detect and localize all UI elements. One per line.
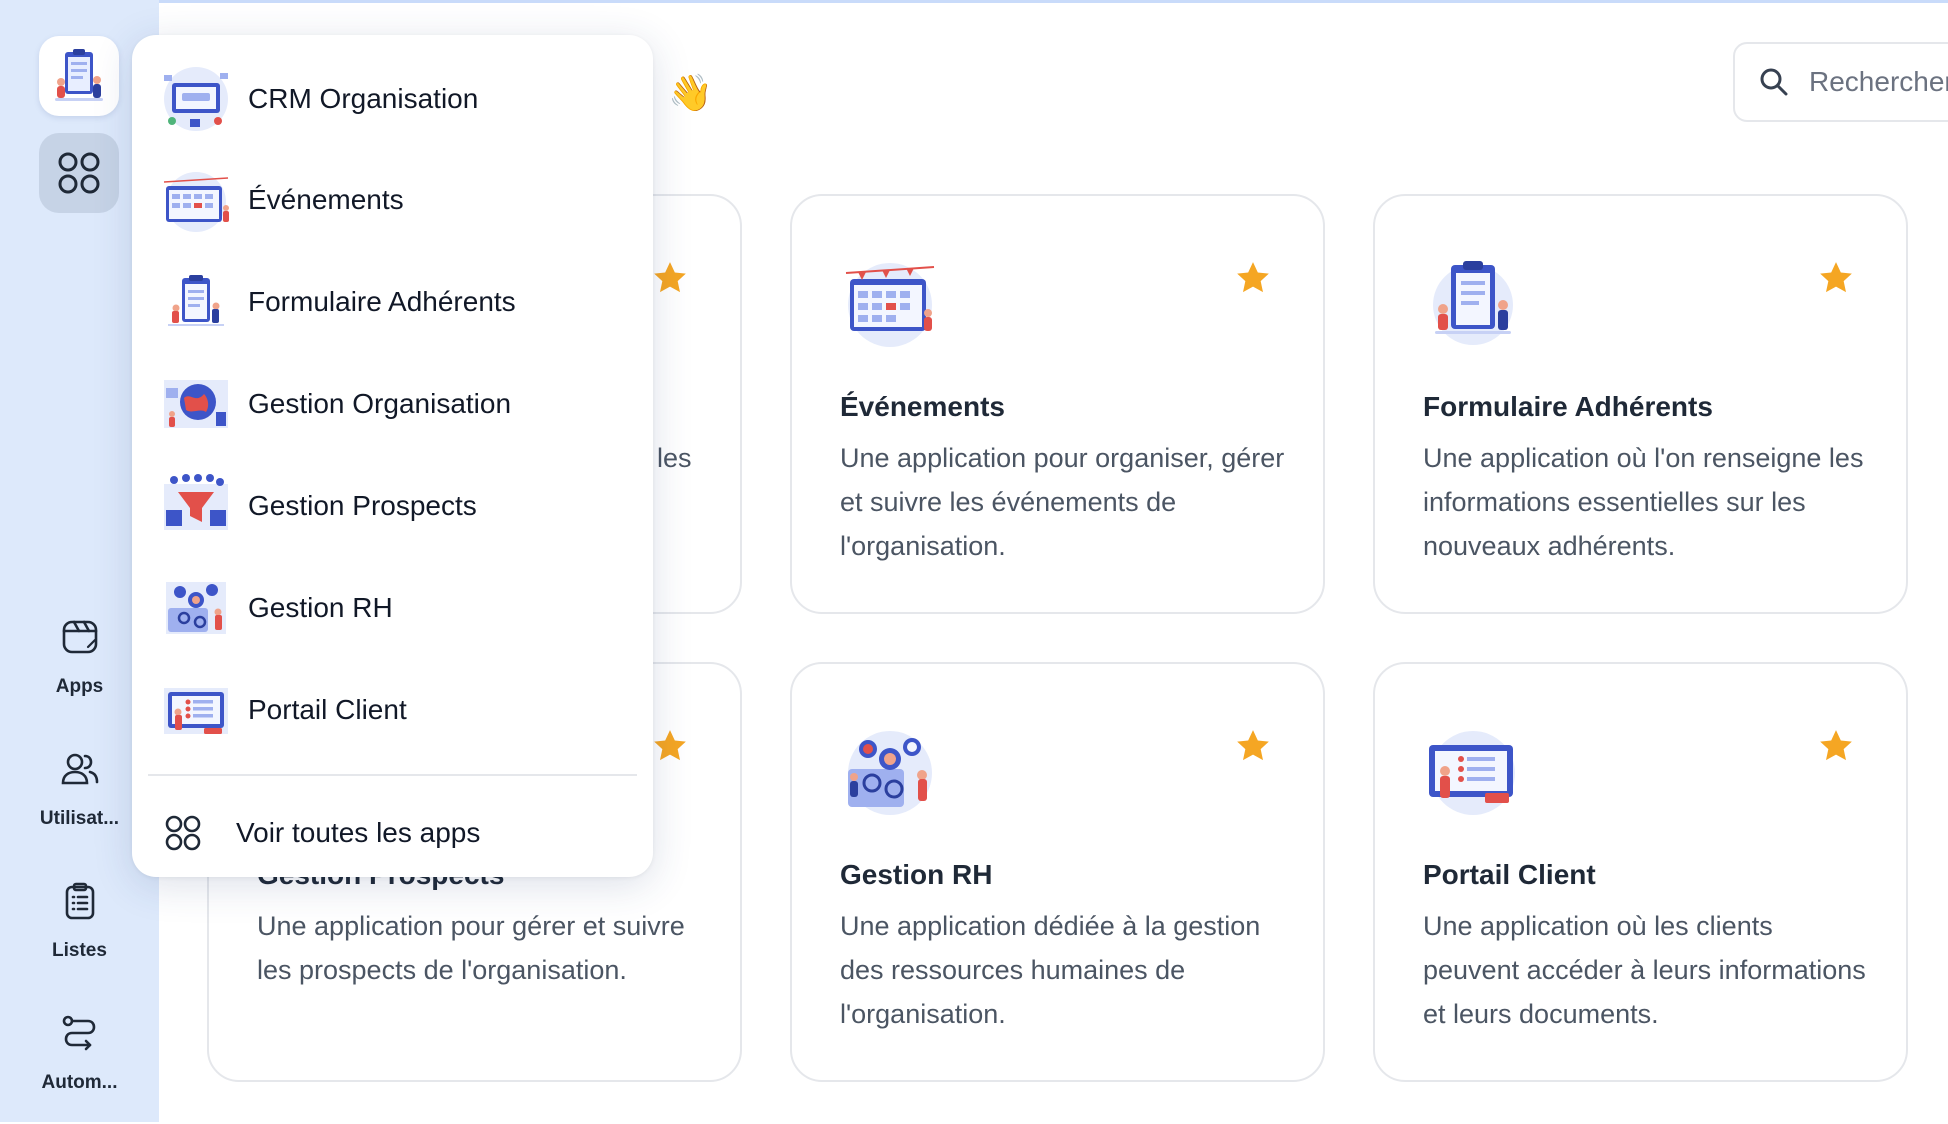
greeting-wave-emoji: 👋 xyxy=(668,72,713,113)
sidebar-item-label: Autom... xyxy=(41,1072,118,1093)
workspace-logo[interactable] xyxy=(39,36,119,116)
grid-circles-icon xyxy=(165,815,201,851)
grid-circles-icon xyxy=(58,152,100,194)
search-icon xyxy=(1759,66,1789,98)
dropdown-item-label: CRM Organisation xyxy=(248,83,479,114)
apps-window-icon xyxy=(59,616,101,658)
hr-network-illustration-icon xyxy=(848,731,932,815)
dropdown-item-gestion-rh[interactable]: Gestion RH xyxy=(160,568,630,648)
favorite-star-icon[interactable] xyxy=(1233,258,1273,298)
dropdown-item-evenements[interactable]: Événements xyxy=(160,160,630,240)
dropdown-item-gestion-prospects[interactable]: Gestion Prospects xyxy=(160,466,630,546)
app-card-description: Une application où les clients peuvent a… xyxy=(1423,911,1866,1029)
prospects-funnel-illustration-icon xyxy=(164,474,228,530)
dropdown-item-portail-client[interactable]: Portail Client xyxy=(160,670,630,750)
clipboard-form-illustration-icon xyxy=(1433,261,1513,345)
view-all-apps-label: Voir toutes les apps xyxy=(236,817,481,848)
dropdown-item-label: Gestion Organisation xyxy=(248,388,512,419)
clipboard-form-illustration-icon xyxy=(168,275,224,326)
calendar-illustration-icon xyxy=(845,263,935,347)
dropdown-item-gestion-organisation[interactable]: Gestion Organisation xyxy=(160,364,630,444)
app-card-portail-client[interactable]: Portail Client Une application où les cl… xyxy=(1373,662,1908,1082)
app-launcher-dropdown: CRM Organisation Événements Formulaire A… xyxy=(132,35,653,877)
sidebar-item-lists[interactable]: Listes xyxy=(0,872,159,992)
dropdown-item-label: Portail Client xyxy=(248,694,407,725)
favorite-star-icon[interactable] xyxy=(1816,726,1856,766)
search-box[interactable] xyxy=(1733,42,1948,122)
dropdown-item-label: Événements xyxy=(248,184,404,215)
app-card-description: Une application pour organiser, gérer et… xyxy=(840,443,1285,561)
app-card-description: Une application où l'on renseigne les in… xyxy=(1423,443,1864,561)
sidebar-item-automations[interactable]: Autom... xyxy=(0,1004,159,1124)
clipboard-list-icon xyxy=(59,880,101,922)
view-all-apps-link[interactable]: Voir toutes les apps xyxy=(164,803,624,863)
sidebar-item-label: Apps xyxy=(55,676,104,697)
dropdown-item-label: Formulaire Adhérents xyxy=(248,286,516,317)
dropdown-divider xyxy=(148,774,637,776)
hr-network-illustration-icon xyxy=(166,582,226,634)
dropdown-item-label: Gestion Prospects xyxy=(248,490,477,521)
client-portal-illustration-icon xyxy=(164,688,228,734)
users-icon xyxy=(59,748,101,790)
app-launcher-button[interactable] xyxy=(39,133,119,213)
organisation-globe-illustration-icon xyxy=(164,380,228,428)
app-card-title: Portail Client xyxy=(1423,859,1596,890)
app-card-description: Une application dédiée à la gestion des … xyxy=(840,911,1261,1029)
favorite-star-icon[interactable] xyxy=(1233,726,1273,766)
dropdown-item-label: Gestion RH xyxy=(248,592,393,623)
app-card-gestion-rh[interactable]: Gestion RH Une application dédiée à la g… xyxy=(790,662,1325,1082)
app-card-description: Une application pour gérer et suivre les… xyxy=(257,911,685,985)
route-automation-icon xyxy=(59,1012,101,1054)
dropdown-item-formulaire-adherents[interactable]: Formulaire Adhérents xyxy=(160,262,630,342)
app-card-title: Formulaire Adhérents xyxy=(1423,391,1713,422)
crm-illustration-icon xyxy=(164,67,228,131)
app-card-evenements[interactable]: Événements Une application pour organise… xyxy=(790,194,1325,614)
top-border xyxy=(0,0,1948,3)
sidebar-item-label: Listes xyxy=(52,940,107,961)
app-card-description: les xyxy=(657,443,692,473)
favorite-star-icon[interactable] xyxy=(650,726,690,766)
app-card-title: Gestion RH xyxy=(840,859,993,890)
favorite-star-icon[interactable] xyxy=(1816,258,1856,298)
dropdown-item-crm-organisation[interactable]: CRM Organisation xyxy=(160,59,630,139)
app-card-formulaire-adherents[interactable]: Formulaire Adhérents Une application où … xyxy=(1373,194,1908,614)
search-input[interactable] xyxy=(1809,66,1948,98)
clipboard-logo-icon xyxy=(55,49,103,101)
client-portal-illustration-icon xyxy=(1429,731,1515,815)
app-card-title: Événements xyxy=(840,391,1005,422)
favorite-star-icon[interactable] xyxy=(650,258,690,298)
sidebar-item-label: Utilisat... xyxy=(39,808,120,829)
calendar-illustration-icon xyxy=(163,172,229,232)
